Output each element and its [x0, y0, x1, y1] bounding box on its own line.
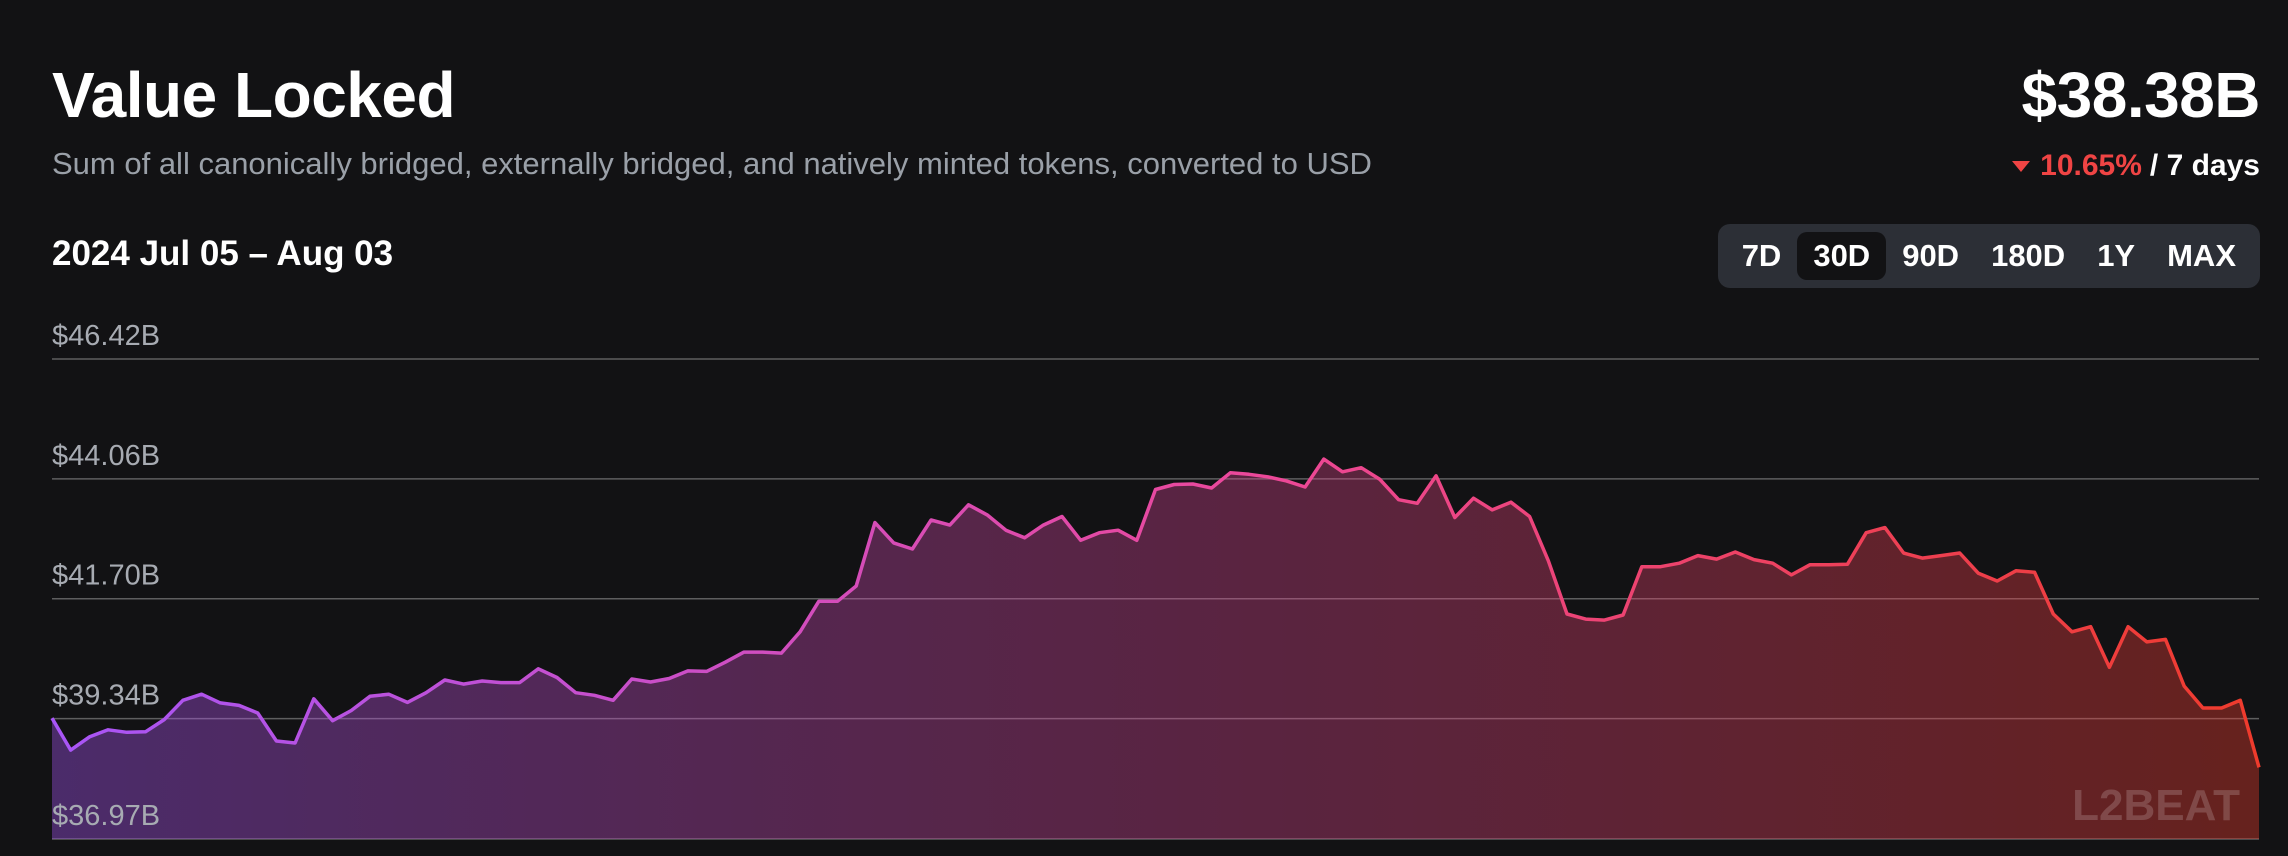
total-value: $38.38B — [2021, 59, 2261, 131]
triangle-down-icon — [2012, 160, 2031, 172]
y-tick-label: $41.70B — [52, 560, 160, 592]
y-tick-label: $39.34B — [52, 680, 160, 712]
page-subtitle: Sum of all canonically bridged, external… — [52, 146, 1372, 181]
range-button-180d[interactable]: 180D — [1975, 232, 2081, 280]
range-button-7d[interactable]: 7D — [1726, 232, 1798, 280]
change-indicator: 10.65% / 7 days — [2012, 149, 2260, 183]
date-range: 2024 Jul 05 – Aug 03 — [52, 234, 394, 273]
change-period: / 7 days — [2149, 149, 2260, 182]
range-button-90d[interactable]: 90D — [1886, 232, 1975, 280]
time-range-switch: 7D 30D 90D 180D 1Y MAX — [1717, 224, 2260, 288]
y-tick-label: $44.06B — [52, 440, 160, 472]
range-button-max[interactable]: MAX — [2151, 232, 2252, 280]
y-tick-label: $46.42B — [52, 320, 160, 352]
value-locked-chart[interactable]: $46.42B $44.06B $41.70B $39.34B $36.97B L2BE… — [0, 300, 2288, 856]
series-area — [52, 459, 2259, 839]
range-button-1y[interactable]: 1Y — [2081, 232, 2151, 280]
page-title: Value Locked — [52, 59, 456, 131]
change-percent: 10.65% — [2040, 149, 2142, 182]
l2beat-watermark: L2BEAT — [2072, 781, 2240, 830]
y-tick-label: $36.97B — [52, 800, 160, 832]
range-button-30d[interactable]: 30D — [1797, 232, 1887, 280]
